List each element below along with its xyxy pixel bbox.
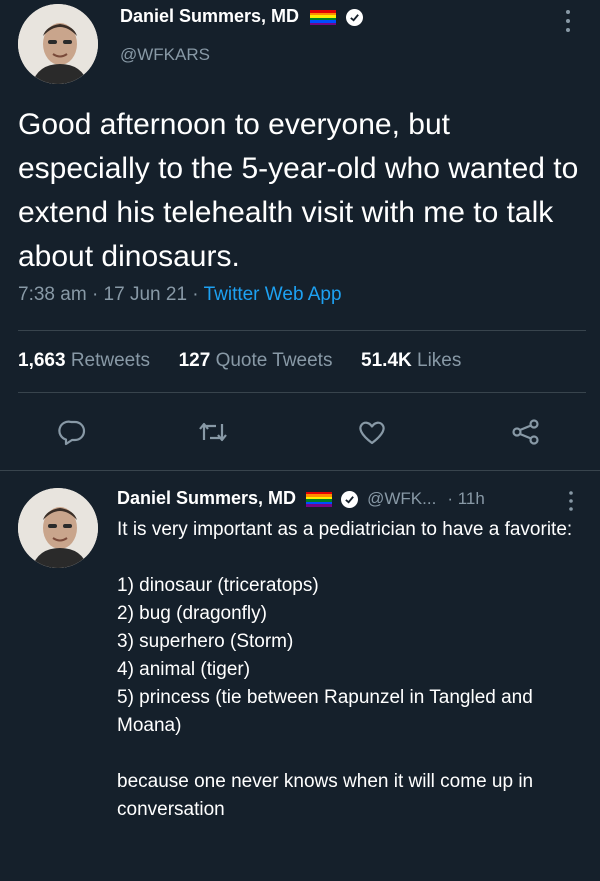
verified-badge-icon: [341, 490, 359, 508]
author-handle[interactable]: @WFKARS: [120, 45, 210, 65]
rainbow-flag-icon: [309, 10, 336, 26]
reply-text: It is very important as a pediatrician t…: [117, 516, 577, 824]
list-item: 5) princess (tie between Rapunzel in Tan…: [117, 687, 533, 736]
rainbow-flag-icon: [306, 491, 333, 507]
reply-icon[interactable]: [58, 418, 88, 446]
list-item: 3) superhero (Storm): [117, 631, 294, 652]
tweet-source[interactable]: Twitter Web App: [204, 284, 342, 305]
reply-author-name[interactable]: Daniel Summers, MD: [117, 488, 296, 508]
reply-intro: It is very important as a pediatrician t…: [117, 519, 573, 540]
more-vertical-icon[interactable]: [566, 490, 576, 517]
divider: [0, 470, 600, 471]
reply-closing: because one never knows when it will com…: [117, 771, 534, 820]
more-vertical-icon[interactable]: [563, 8, 573, 38]
tweet-text: Good afternoon to everyone, but especial…: [18, 108, 579, 273]
divider: [18, 392, 586, 393]
quotes-stat[interactable]: 127 Quote Tweets: [179, 350, 333, 371]
tweet-meta: 7:38 am · 17 Jun 21 · Twitter Web App: [18, 284, 342, 305]
retweet-icon[interactable]: [196, 418, 230, 446]
tweet-stats: 1,663 Retweets 127 Quote Tweets 51.4K Li…: [18, 350, 461, 372]
heart-icon[interactable]: [356, 418, 388, 446]
verified-badge-icon: [345, 9, 363, 27]
author-avatar[interactable]: [18, 4, 98, 84]
share-icon[interactable]: [510, 418, 542, 446]
reply-age[interactable]: · 11h: [447, 489, 485, 508]
retweets-stat[interactable]: 1,663 Retweets: [18, 350, 150, 371]
likes-stat[interactable]: 51.4K Likes: [361, 350, 461, 371]
reply-author-avatar[interactable]: [18, 488, 98, 568]
list-item: 1) dinosaur (triceratops): [117, 575, 319, 596]
list-item: 2) bug (dragonfly): [117, 603, 267, 624]
tweet-date[interactable]: 17 Jun 21: [104, 284, 187, 305]
tweet-time[interactable]: 7:38 am: [18, 284, 87, 305]
divider: [18, 330, 586, 331]
author-name-row[interactable]: Daniel Summers, MD: [120, 6, 363, 27]
reply-author-handle[interactable]: @WFK...: [367, 489, 436, 508]
reply-header: Daniel Summers, MD @WFK... · 11h: [117, 488, 485, 509]
author-name[interactable]: Daniel Summers, MD: [120, 6, 299, 26]
list-item: 4) animal (tiger): [117, 659, 251, 680]
